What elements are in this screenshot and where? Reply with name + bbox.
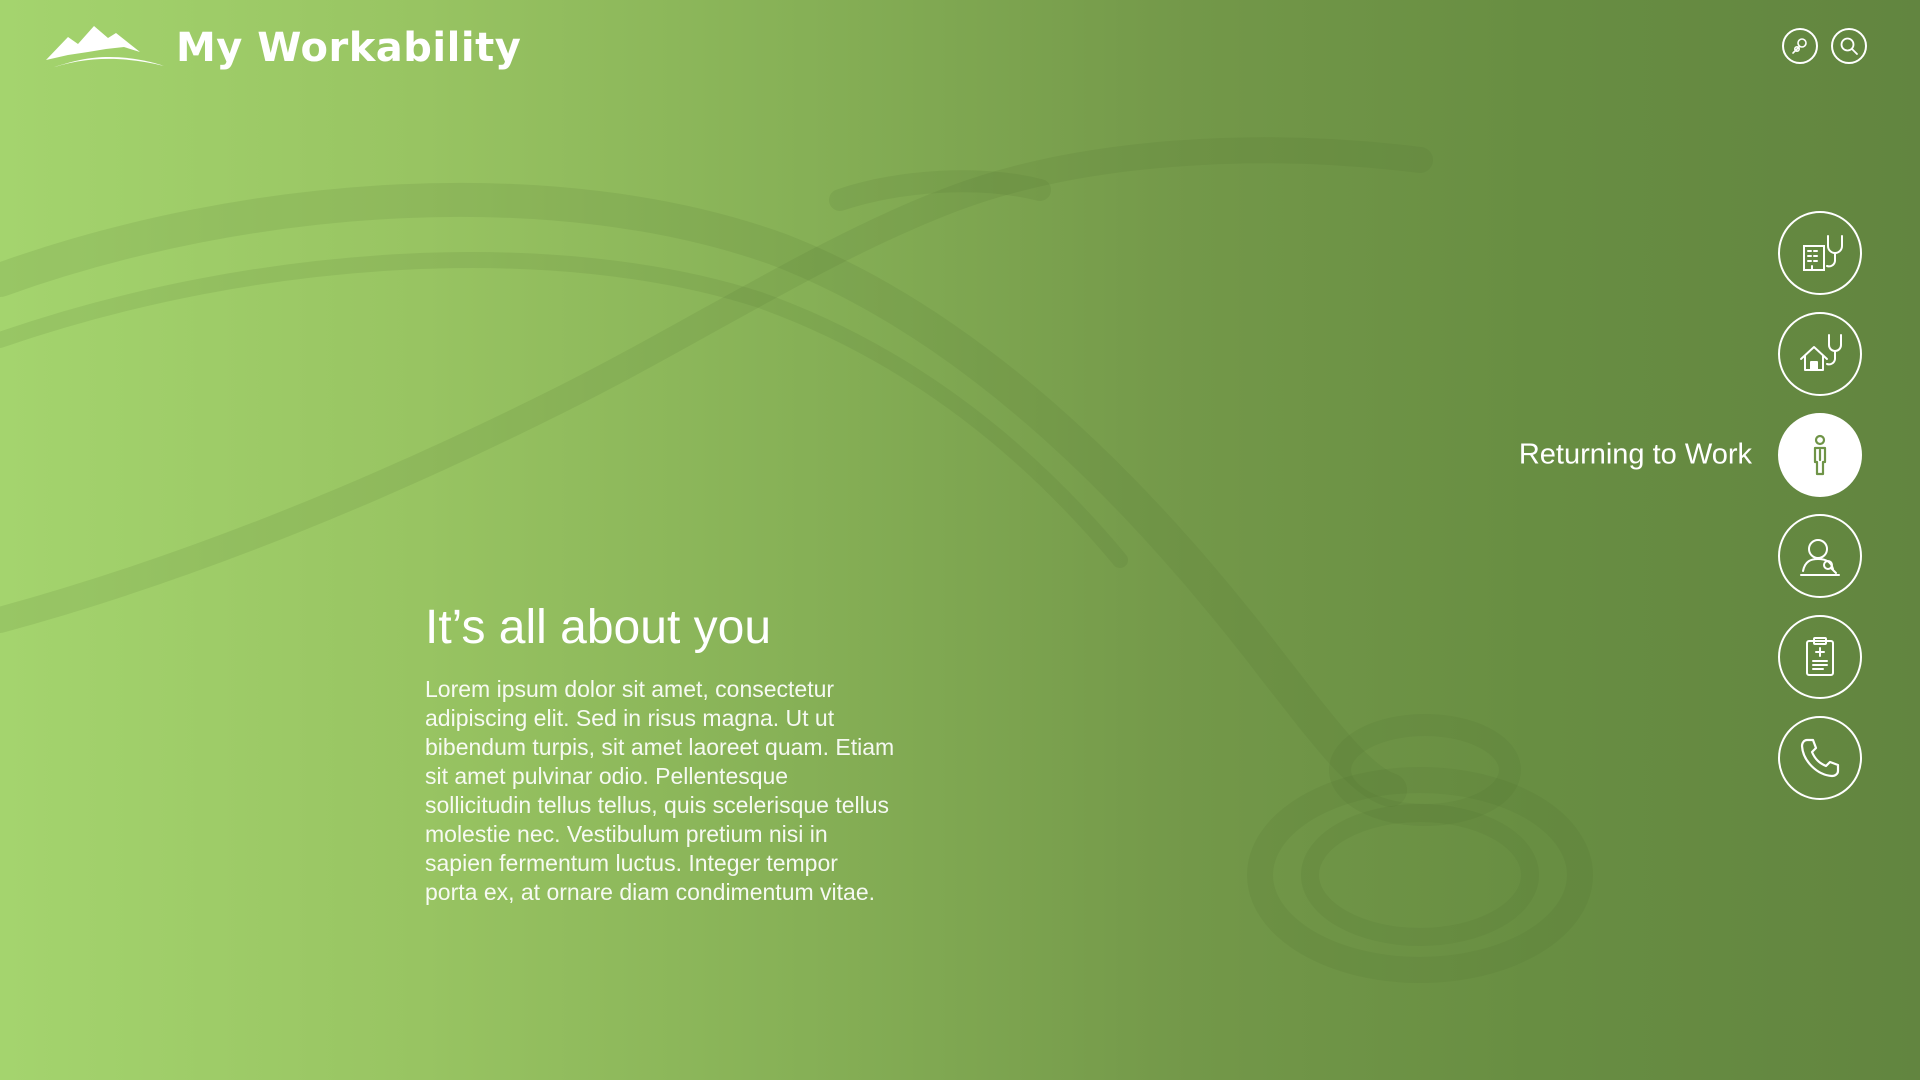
user-search-icon[interactable] (1782, 28, 1818, 64)
search-icon[interactable] (1831, 28, 1867, 64)
clipboard-medical-icon (1806, 637, 1834, 676)
side-nav: Returning to Work (1519, 211, 1862, 817)
worker-icon (1813, 434, 1827, 476)
side-nav-item-home[interactable] (1778, 312, 1862, 396)
side-nav-button-phone[interactable] (1778, 716, 1862, 800)
side-nav-button-clipboard[interactable] (1778, 615, 1862, 699)
side-nav-button-person-search[interactable] (1778, 514, 1862, 598)
top-toolbar (1782, 28, 1867, 64)
home-stethoscope-icon (1800, 334, 1842, 371)
phone-icon (1800, 738, 1840, 778)
side-nav-item-phone[interactable] (1778, 716, 1862, 800)
side-nav-item-clipboard[interactable] (1778, 615, 1862, 699)
hero-body: Lorem ipsum dolor sit amet, consectetur … (425, 676, 895, 905)
side-nav-item-returning-to-work[interactable]: Returning to Work (1519, 413, 1862, 497)
side-nav-item-person-search[interactable] (1778, 514, 1862, 598)
side-nav-button-hospital[interactable] (1778, 211, 1862, 295)
stethoscope-background-image (0, 137, 1593, 983)
person-search-icon (1800, 539, 1840, 576)
side-nav-button-home[interactable] (1778, 312, 1862, 396)
brand-logo[interactable]: My Workability (44, 22, 521, 74)
brand-name: My Workability (176, 25, 522, 71)
mountain-logo-icon (46, 26, 164, 70)
hospital-stethoscope-icon (1803, 235, 1843, 271)
side-nav-button-returning-to-work[interactable] (1778, 413, 1862, 497)
hero-section: It’s all about you Lorem ipsum dolor sit… (425, 600, 905, 907)
side-nav-item-hospital[interactable] (1778, 211, 1862, 295)
side-nav-label: Returning to Work (1518, 438, 1752, 471)
hero-title: It’s all about you (425, 601, 772, 654)
